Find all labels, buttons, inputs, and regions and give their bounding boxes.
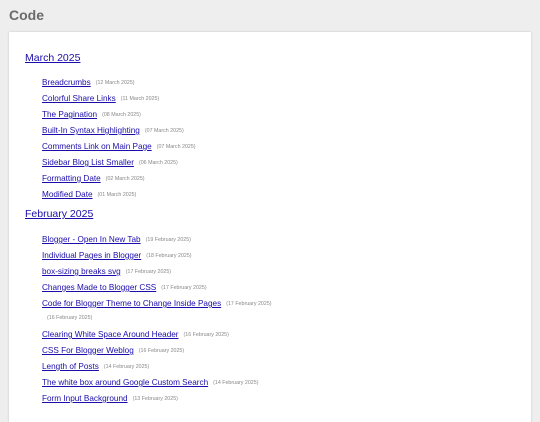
post-link-sidebar-blog-list-smaller[interactable]: Sidebar Blog List Smaller	[42, 158, 134, 167]
post-link-changes-made-to-blogger-css[interactable]: Changes Made to Blogger CSS	[42, 283, 156, 292]
archive-card: March 2025 Breadcrumbs (12 March 2025) Co…	[9, 32, 531, 422]
post-link-individual-pages-in-blogger[interactable]: Individual Pages in Blogger	[42, 251, 141, 260]
post-link-clearing-white-space-around-header[interactable]: Clearing White Space Around Header	[42, 330, 179, 339]
post-entry: Comments Link on Main Page (07 March 2025…	[42, 139, 196, 153]
post-entry: Sidebar Blog List Smaller (06 March 2025)	[42, 155, 178, 169]
post-date: (19 February 2025)	[145, 237, 191, 243]
post-link-built-in-syntax-highlighting[interactable]: Built-In Syntax Highlighting	[42, 126, 140, 135]
post-link-length-of-posts[interactable]: Length of Posts	[42, 362, 99, 371]
post-date: (08 March 2025)	[102, 112, 141, 118]
post-link-modified-date[interactable]: Modified Date	[42, 190, 93, 199]
post-date: (17 February 2025)	[161, 285, 207, 291]
post-date: (14 February 2025)	[213, 380, 259, 386]
post-entry: Breadcrumbs (12 March 2025)	[42, 75, 135, 89]
post-date: (17 February 2025)	[226, 301, 272, 307]
month-heading-february-2025[interactable]: February 2025	[25, 208, 93, 220]
post-link-white-box-google-custom-search[interactable]: The white box around Google Custom Searc…	[42, 378, 208, 387]
post-date: (02 March 2025)	[105, 176, 145, 182]
post-link-breadcrumbs[interactable]: Breadcrumbs	[42, 78, 91, 87]
post-entry: The Pagination (08 March 2025)	[42, 107, 141, 121]
post-link-box-sizing-breaks-svg[interactable]: box-sizing breaks svg	[42, 267, 121, 276]
page-title: Code	[9, 7, 44, 23]
post-link-code-for-blogger-theme[interactable]: Code for Blogger Theme to Change Inside …	[42, 299, 221, 308]
post-entry: Form Input Background (13 February 2025)	[42, 391, 178, 405]
post-link-the-pagination[interactable]: The Pagination	[42, 110, 97, 119]
post-date: (06 March 2025)	[138, 160, 178, 166]
post-entry: CSS For Blogger Weblog (16 February 2025)	[42, 343, 184, 357]
post-link-css-for-blogger-weblog[interactable]: CSS For Blogger Weblog	[42, 346, 134, 355]
post-link-comments-link-on-main-page[interactable]: Comments Link on Main Page	[42, 142, 152, 151]
post-date-wrapped: (16 February 2025)	[47, 315, 93, 321]
post-date: (14 February 2025)	[103, 364, 150, 370]
post-entry: Modified Date (01 March 2025)	[42, 187, 136, 201]
post-date: (16 February 2025)	[138, 348, 185, 354]
post-date: (12 March 2025)	[95, 80, 135, 86]
post-entry: Blogger - Open In New Tab (19 February 20…	[42, 232, 191, 246]
post-date: (16 February 2025)	[183, 332, 229, 338]
post-date: (07 March 2025)	[156, 144, 196, 150]
post-link-form-input-background[interactable]: Form Input Background	[42, 394, 128, 403]
post-link-formatting-date[interactable]: Formatting Date	[42, 174, 101, 183]
post-entry: Clearing White Space Around Header (16 Fe…	[42, 327, 229, 341]
post-entry: Code for Blogger Theme to Change Inside …	[42, 296, 272, 310]
post-entry: Individual Pages in Blogger (18 February …	[42, 248, 192, 262]
post-date: (13 February 2025)	[132, 396, 178, 402]
post-date: (07 March 2025)	[144, 128, 184, 134]
post-date: (11 March 2025)	[120, 96, 160, 102]
post-date: (17 February 2025)	[125, 269, 172, 275]
post-entry: box-sizing breaks svg (17 February 2025)	[42, 264, 171, 278]
post-entry: Colorful Share Links (11 March 2025)	[42, 91, 159, 105]
post-date: (18 February 2025)	[146, 253, 192, 259]
post-date: (01 March 2025)	[97, 192, 137, 198]
month-heading-march-2025[interactable]: March 2025	[25, 52, 80, 64]
post-link-colorful-share-links[interactable]: Colorful Share Links	[42, 94, 116, 103]
post-entry: Length of Posts (14 February 2025)	[42, 359, 149, 373]
post-entry: Built-In Syntax Highlighting (07 March 20…	[42, 123, 184, 137]
post-link-blogger-open-in-new-tab[interactable]: Blogger - Open In New Tab	[42, 235, 141, 244]
post-entry: The white box around Google Custom Searc…	[42, 375, 258, 389]
post-entry: Changes Made to Blogger CSS (17 February …	[42, 280, 207, 294]
post-entry: Formatting Date (02 March 2025)	[42, 171, 145, 185]
